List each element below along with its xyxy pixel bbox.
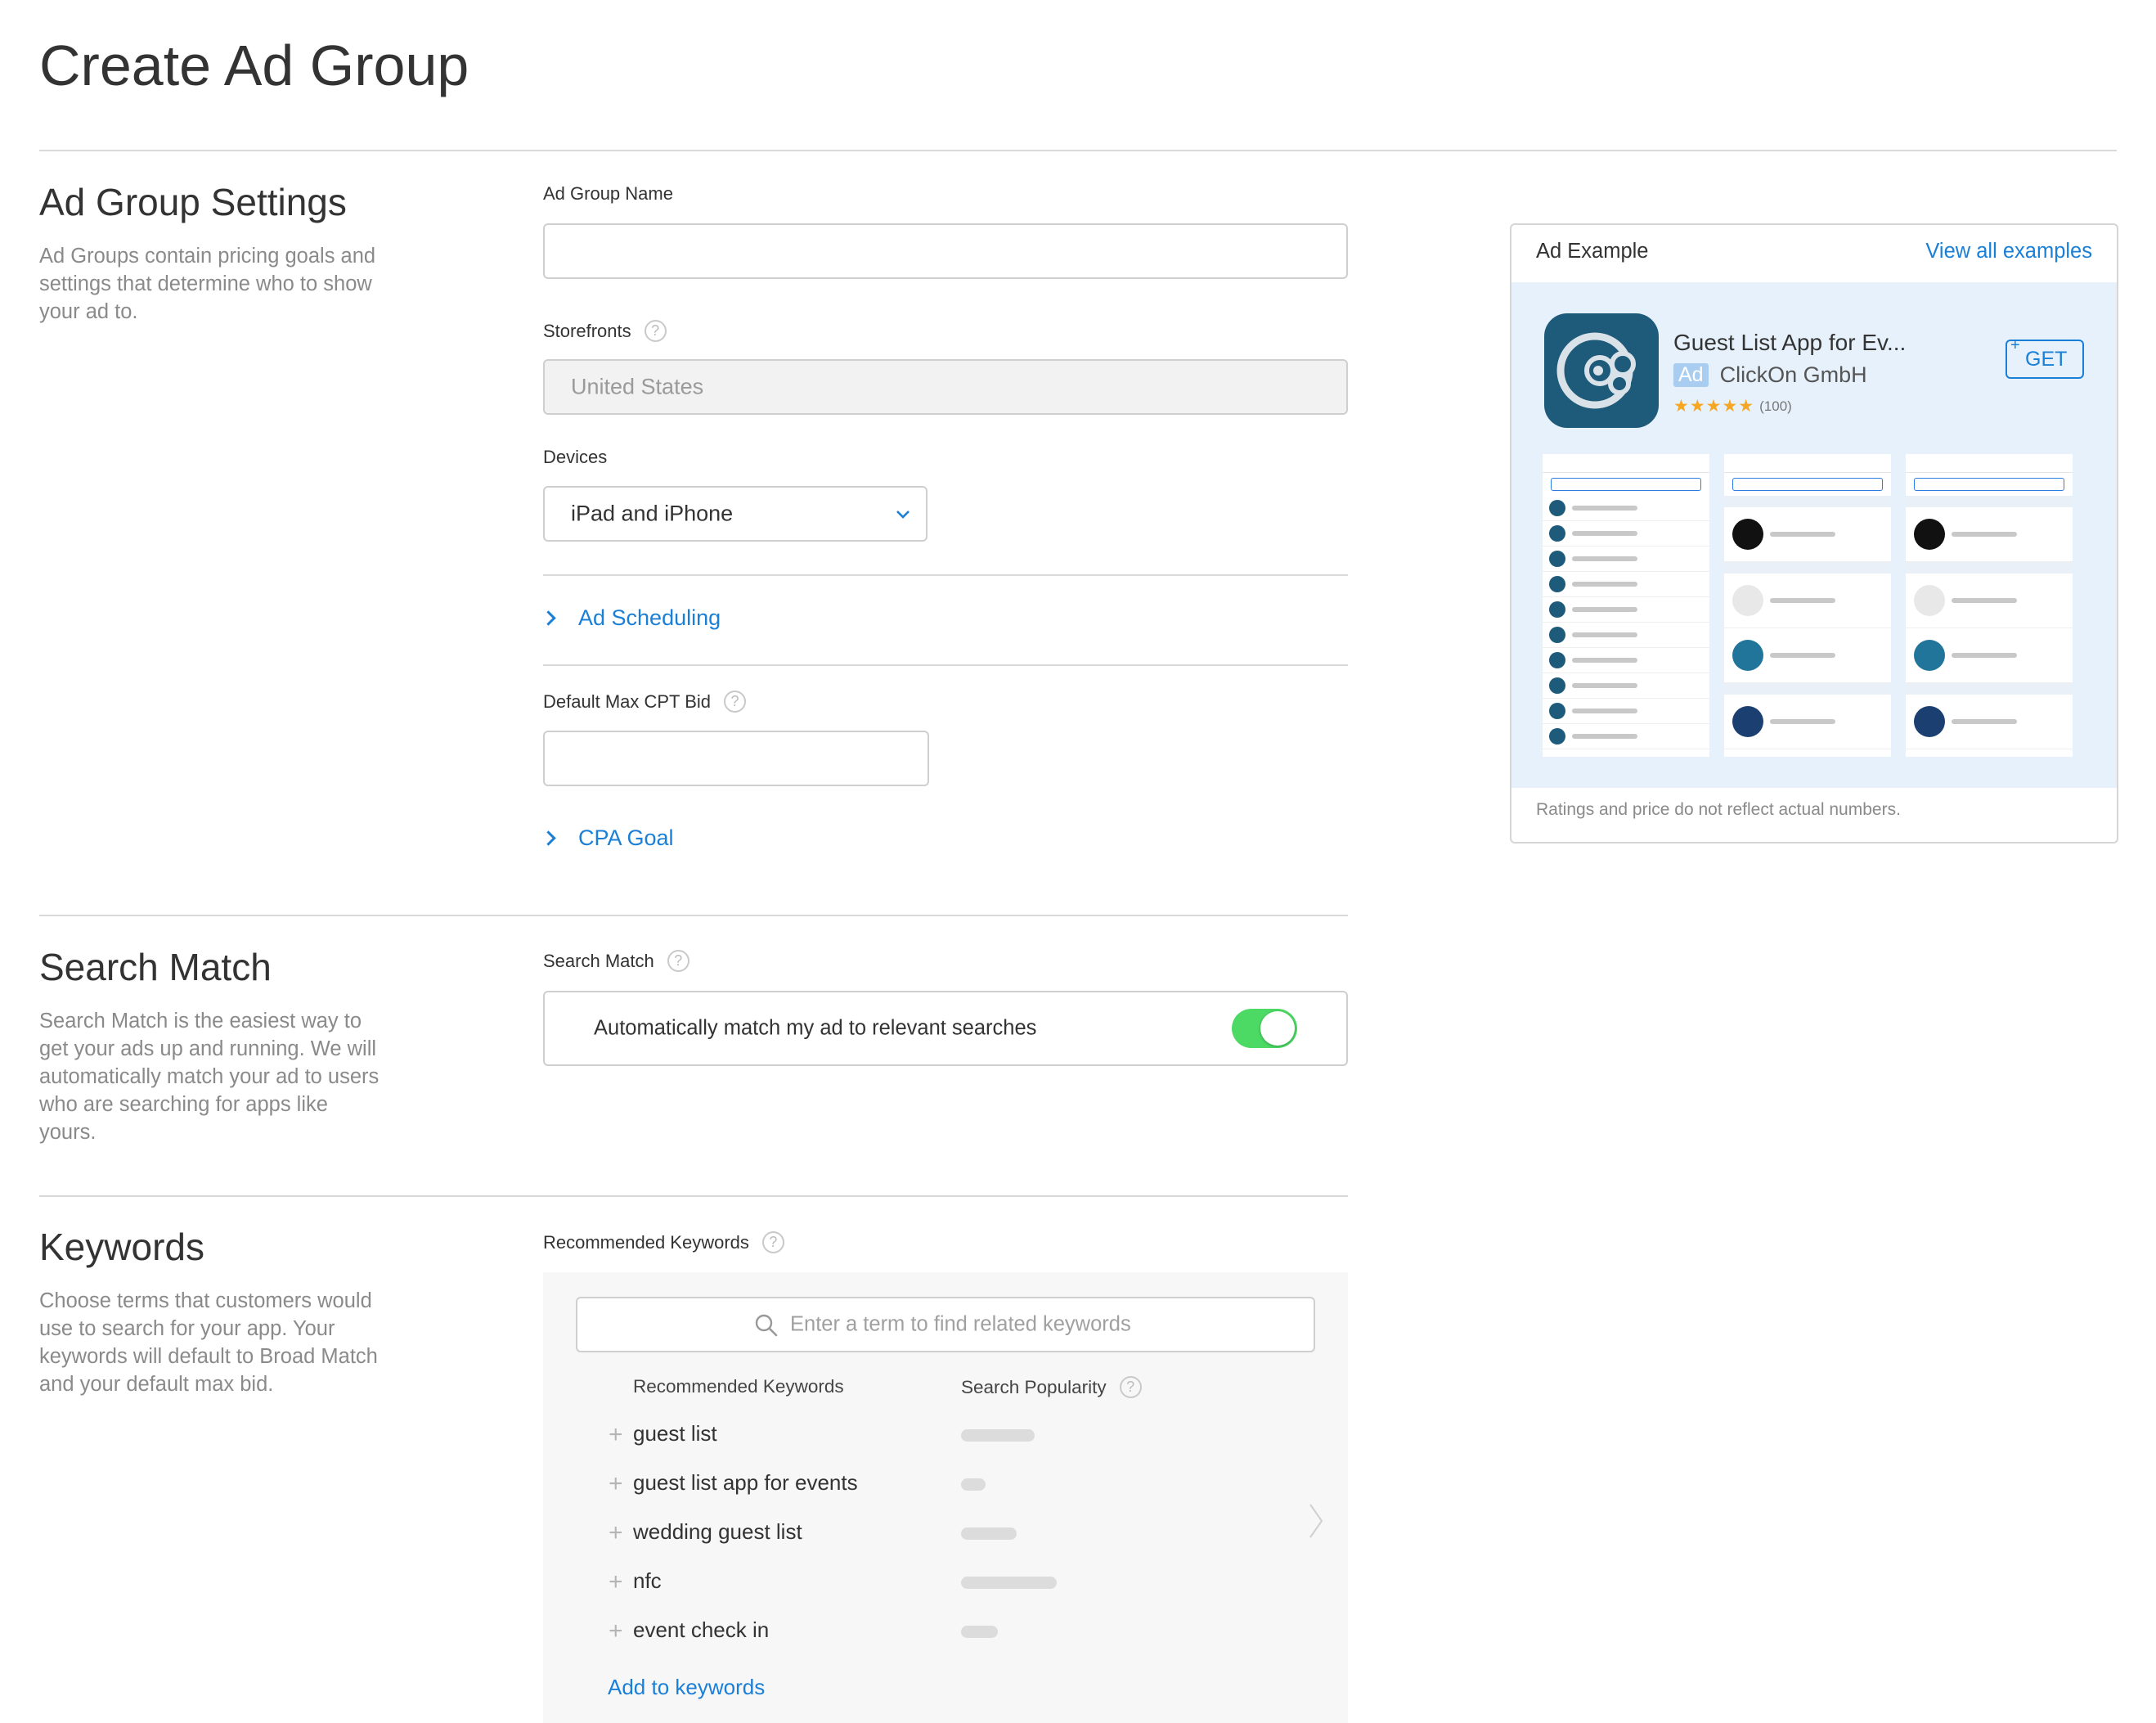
keywords-panel: Enter a term to find related keywords Re… bbox=[543, 1272, 1348, 1723]
chevron-right-icon bbox=[541, 610, 556, 626]
keyword-row: + nfc bbox=[543, 1562, 1348, 1603]
keyword-row: + guest list app for events bbox=[543, 1464, 1348, 1505]
col-header-popularity: Search Popularity ? bbox=[961, 1376, 1142, 1398]
keywords-title: Keywords bbox=[39, 1226, 204, 1268]
add-keyword-plus-icon[interactable]: + bbox=[609, 1423, 623, 1447]
recommended-keywords-label: Recommended Keywords ? bbox=[543, 1231, 784, 1253]
ad-scheduling-link[interactable]: Ad Scheduling bbox=[578, 605, 721, 631]
settings-divider-1 bbox=[543, 574, 1348, 576]
view-all-examples-link[interactable]: View all examples bbox=[1925, 240, 2092, 263]
toggle-knob bbox=[1260, 1011, 1295, 1046]
app-name: Guest List App for Ev... bbox=[1673, 330, 1907, 355]
section-divider-keywords bbox=[39, 1195, 1348, 1197]
keyword-search-placeholder: Enter a term to find related keywords bbox=[790, 1312, 1131, 1336]
page-title: Create Ad Group bbox=[39, 34, 469, 97]
keyword-row: + event check in bbox=[543, 1611, 1348, 1652]
ad-group-name-label: Ad Group Name bbox=[543, 183, 673, 204]
chevron-right-icon bbox=[541, 830, 556, 846]
ad-preview: Guest List App for Ev... Ad ClickOn GmbH… bbox=[1511, 282, 2117, 788]
chevron-down-icon bbox=[896, 511, 910, 519]
search-icon bbox=[755, 1314, 778, 1337]
app-meta: Ad ClickOn GmbH bbox=[1673, 362, 1867, 388]
cpa-goal-link[interactable]: CPA Goal bbox=[578, 826, 674, 851]
settings-divider-2 bbox=[543, 664, 1348, 666]
keyword-text: guest list app for events bbox=[633, 1470, 858, 1495]
keyword-text: guest list bbox=[633, 1421, 717, 1446]
keyword-row: + wedding guest list bbox=[543, 1513, 1348, 1554]
devices-label: Devices bbox=[543, 447, 608, 467]
search-match-help-icon[interactable]: ? bbox=[667, 950, 689, 972]
search-match-toggle-text: Automatically match my ad to relevant se… bbox=[594, 1016, 1037, 1040]
rating-stars: ★★★★★ bbox=[1673, 397, 1755, 416]
add-keyword-plus-icon[interactable]: + bbox=[609, 1570, 623, 1595]
search-match-label: Search Match ? bbox=[543, 950, 689, 972]
keyword-row: + guest list bbox=[543, 1415, 1348, 1455]
devices-select[interactable]: iPad and iPhone bbox=[543, 486, 928, 542]
storefronts-value: United States bbox=[571, 374, 704, 399]
storefronts-label: Storefronts ? bbox=[543, 320, 667, 342]
app-screenshot-3 bbox=[1906, 454, 2073, 757]
search-match-toggle[interactable] bbox=[1232, 1009, 1297, 1048]
ad-example-card: Ad Example View all examples Guest List … bbox=[1510, 223, 2118, 844]
add-keyword-plus-icon[interactable]: + bbox=[609, 1619, 623, 1644]
devices-value: iPad and iPhone bbox=[571, 501, 734, 526]
clickon-logo-icon bbox=[1556, 332, 1636, 409]
keyword-text: nfc bbox=[633, 1568, 662, 1593]
popularity-bar bbox=[961, 1626, 998, 1638]
ad-group-settings-title: Ad Group Settings bbox=[39, 181, 347, 223]
add-to-keywords-link[interactable]: Add to keywords bbox=[608, 1675, 765, 1700]
add-keyword-plus-icon[interactable]: + bbox=[609, 1472, 623, 1496]
keywords-description: Choose terms that customers would use to… bbox=[39, 1289, 378, 1396]
app-screenshot-2 bbox=[1724, 454, 1891, 757]
storefronts-field: United States bbox=[543, 359, 1348, 415]
popularity-bar bbox=[961, 1577, 1057, 1589]
ad-scheduling-toggle[interactable]: Ad Scheduling bbox=[541, 605, 721, 631]
cpa-goal-toggle[interactable]: CPA Goal bbox=[541, 826, 674, 851]
recommended-keywords-help-icon[interactable]: ? bbox=[761, 1231, 784, 1253]
search-match-box: Automatically match my ad to relevant se… bbox=[543, 991, 1348, 1066]
ad-badge: Ad bbox=[1673, 363, 1709, 387]
add-keyword-plus-icon[interactable]: + bbox=[609, 1521, 623, 1545]
rating-count: (100) bbox=[1759, 398, 1792, 414]
default-bid-input[interactable] bbox=[543, 731, 929, 786]
section-divider-search-match bbox=[39, 915, 1348, 916]
search-match-description: Search Match is the easiest way to get y… bbox=[39, 1010, 380, 1144]
popularity-bar bbox=[961, 1527, 1017, 1540]
title-divider bbox=[39, 150, 2117, 151]
app-icon bbox=[1544, 313, 1659, 428]
search-match-title: Search Match bbox=[39, 946, 272, 988]
ad-example-title: Ad Example bbox=[1536, 240, 1649, 263]
ad-group-name-input[interactable] bbox=[543, 223, 1348, 279]
popularity-bar bbox=[961, 1429, 1035, 1442]
ad-group-settings-description: Ad Groups contain pricing goals and sett… bbox=[39, 245, 376, 323]
get-button[interactable]: + GET bbox=[2006, 336, 2084, 379]
default-bid-label: Default Max CPT Bid ? bbox=[543, 691, 747, 713]
popularity-help-icon[interactable]: ? bbox=[1119, 1376, 1142, 1398]
chevron-right-icon[interactable] bbox=[1307, 1502, 1325, 1540]
keyword-text: wedding guest list bbox=[633, 1519, 802, 1544]
developer-name: ClickOn GmbH bbox=[1719, 362, 1867, 387]
rating: ★★★★★ (100) bbox=[1673, 396, 1792, 416]
keyword-text: event check in bbox=[633, 1617, 770, 1642]
get-label: GET bbox=[2025, 348, 2068, 371]
col-header-keywords: Recommended Keywords bbox=[633, 1376, 844, 1397]
get-plus: + bbox=[2010, 336, 2020, 354]
default-bid-help-icon[interactable]: ? bbox=[724, 691, 747, 713]
keyword-search-input[interactable]: Enter a term to find related keywords bbox=[576, 1297, 1315, 1352]
app-screenshot-1 bbox=[1543, 454, 1709, 757]
ad-example-disclaimer: Ratings and price do not reflect actual … bbox=[1536, 800, 1901, 819]
storefronts-help-icon[interactable]: ? bbox=[644, 320, 667, 342]
popularity-bar bbox=[961, 1478, 986, 1491]
